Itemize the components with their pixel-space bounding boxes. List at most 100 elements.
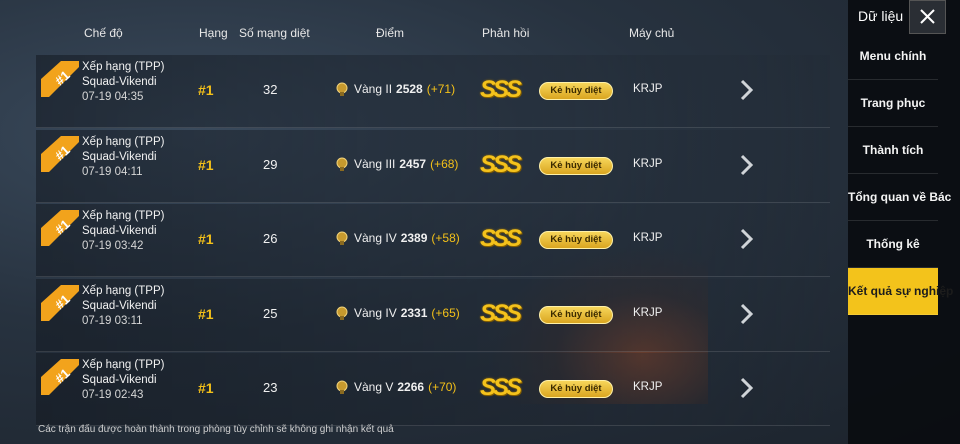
first-place-badge-icon: #1 xyxy=(41,359,79,395)
server-value: KRJP xyxy=(633,306,663,319)
title-tag: Kẻ hủy diệt xyxy=(539,231,613,249)
server-value: KRJP xyxy=(633,381,663,393)
points-value: 2389 xyxy=(400,231,428,245)
sidebar-item-1[interactable]: Trang phục xyxy=(848,80,938,127)
kills-value: 26 xyxy=(263,231,278,246)
score-info: Vàng III 2457 (+68) xyxy=(334,156,458,172)
first-place-badge-icon: #1 xyxy=(41,284,79,321)
grade-sss: SSS xyxy=(480,150,522,178)
first-place-badge-icon: #1 xyxy=(41,210,79,246)
close-button[interactable] xyxy=(909,0,946,34)
points-gain: (+71) xyxy=(426,82,456,96)
points-value: 2457 xyxy=(399,156,427,171)
tier-name: Vàng IV xyxy=(354,231,397,245)
rank-value: #1 xyxy=(198,305,214,322)
map-name: Squad-Vikendi xyxy=(82,76,157,88)
mode-info: Xếp hạng (TPP) Squad-Vikendi 07-19 03:42 xyxy=(82,209,164,254)
gold-tier-icon xyxy=(336,157,348,171)
points-value: 2528 xyxy=(396,82,423,96)
match-time: 07-19 04:35 xyxy=(82,91,144,103)
title-tag: Kẻ hủy diệt xyxy=(539,82,613,100)
match-time: 07-19 04:11 xyxy=(82,165,143,178)
mode-info: Xếp hạng (TPP) Squad-Vikendi 07-19 04:35 xyxy=(82,60,164,105)
map-name: Squad-Vikendi xyxy=(82,374,157,386)
match-row[interactable]: #1 Xếp hạng (TPP) Squad-Vikendi 07-19 04… xyxy=(36,129,830,203)
title-tag: Kẻ hủy diệt xyxy=(539,380,613,398)
grade-sss: SSS xyxy=(480,299,522,327)
header-rank: Hạng xyxy=(199,26,228,40)
score-info: Vàng IV 2331 (+65) xyxy=(334,305,460,321)
match-time: 07-19 03:42 xyxy=(82,240,144,252)
career-results-panel: Chế độ Hạng Số mạng diệt Điểm Phản hồi M… xyxy=(0,0,848,444)
mode-name: Xếp hạng (TPP) xyxy=(82,61,165,73)
gold-tier-icon xyxy=(336,306,348,320)
header-score: Điểm xyxy=(376,26,405,40)
rank-value: #1 xyxy=(198,231,214,247)
points-gain: (+65) xyxy=(431,305,460,320)
close-icon xyxy=(920,9,935,24)
points-value: 2331 xyxy=(400,305,428,320)
points-gain: (+58) xyxy=(431,231,460,245)
score-info: Vàng II 2528 (+71) xyxy=(334,81,455,97)
header-kills: Số mạng diệt xyxy=(239,26,310,40)
score-info: Vàng IV 2389 (+58) xyxy=(334,230,460,246)
gold-tier-icon xyxy=(336,231,348,245)
header-feedback: Phản hồi xyxy=(482,26,530,40)
map-name: Squad-Vikendi xyxy=(82,150,157,163)
server-value: KRJP xyxy=(633,157,663,170)
chevron-right-icon[interactable] xyxy=(736,152,756,178)
tier-name: Vàng V xyxy=(354,380,394,394)
match-row[interactable]: #1 Xếp hạng (TPP) Squad-Vikendi 07-19 03… xyxy=(36,278,830,352)
map-name: Squad-Vikendi xyxy=(82,299,157,312)
sidebar-item-5[interactable]: Kết quả sự nghiệp xyxy=(848,268,953,315)
gold-tier-icon xyxy=(336,82,348,96)
match-row[interactable]: #1 Xếp hạng (TPP) Squad-Vikendi 07-19 04… xyxy=(36,55,830,128)
title-tag: Kẻ hủy diệt xyxy=(539,305,613,324)
sidebar-item-4[interactable]: Thống kê xyxy=(848,221,938,268)
mode-name: Xếp hạng (TPP) xyxy=(82,135,165,148)
tier-name: Vàng III xyxy=(354,156,396,171)
gold-tier-icon xyxy=(336,380,348,394)
footer-note: Các trận đấu được hoàn thành trong phòng… xyxy=(38,424,394,435)
server-value: KRJP xyxy=(633,232,663,244)
kills-value: 23 xyxy=(263,380,278,395)
mode-name: Xếp hạng (TPP) xyxy=(82,210,165,222)
points-value: 2266 xyxy=(397,380,425,394)
chevron-right-icon[interactable] xyxy=(736,226,756,252)
sidebar-item-0[interactable]: Menu chính xyxy=(848,33,938,80)
first-place-badge-icon: #1 xyxy=(41,61,79,97)
score-info: Vàng V 2266 (+70) xyxy=(334,379,456,395)
mode-name: Xếp hạng (TPP) xyxy=(82,359,165,371)
chevron-right-icon[interactable] xyxy=(736,375,756,401)
header-mode: Chế độ xyxy=(84,26,123,40)
kills-value: 29 xyxy=(263,156,278,172)
tier-name: Vàng IV xyxy=(354,305,397,320)
match-row[interactable]: #1 Xếp hạng (TPP) Squad-Vikendi 07-19 03… xyxy=(36,204,830,277)
mode-info: Xếp hạng (TPP) Squad-Vikendi 07-19 02:43 xyxy=(82,358,164,403)
rank-value: #1 xyxy=(198,82,214,98)
mode-info: Xếp hạng (TPP) Squad-Vikendi 07-19 03:11 xyxy=(82,284,164,329)
chevron-right-icon[interactable] xyxy=(736,301,756,327)
match-row[interactable]: #1 Xếp hạng (TPP) Squad-Vikendi 07-19 02… xyxy=(36,353,830,426)
server-value: KRJP xyxy=(633,83,663,95)
points-gain: (+68) xyxy=(430,156,459,171)
match-time: 07-19 02:43 xyxy=(82,389,144,401)
grade-sss: SSS xyxy=(480,76,522,103)
map-name: Squad-Vikendi xyxy=(82,225,157,237)
rank-value: #1 xyxy=(198,380,214,396)
mode-info: Xếp hạng (TPP) Squad-Vikendi 07-19 04:11 xyxy=(82,135,164,180)
sidebar: Dữ liệu Menu chính Trang phục Thành tích Tổ… xyxy=(848,0,960,444)
grade-sss: SSS xyxy=(480,374,522,401)
sidebar-item-3[interactable]: Tổng quan về Bác xyxy=(848,174,951,221)
kills-value: 32 xyxy=(263,82,278,97)
sidebar-title: Dữ liệu xyxy=(858,8,904,24)
grade-sss: SSS xyxy=(480,225,522,252)
rank-value: #1 xyxy=(198,156,214,173)
tier-name: Vàng II xyxy=(354,82,393,96)
points-gain: (+70) xyxy=(428,380,457,394)
sidebar-item-2[interactable]: Thành tích xyxy=(848,127,938,174)
header-server: Máy chủ xyxy=(629,26,675,40)
mode-name: Xếp hạng (TPP) xyxy=(82,284,165,297)
chevron-right-icon[interactable] xyxy=(736,77,756,103)
match-time: 07-19 03:11 xyxy=(82,314,143,327)
